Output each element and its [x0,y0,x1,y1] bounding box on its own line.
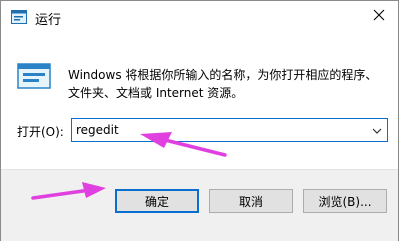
run-program-icon [17,63,51,89]
description-text: Windows 将根据你所输入的名称，为你打开相应的程序、 文件夹、文档或 In… [68,66,388,102]
close-button[interactable] [364,3,394,29]
description-line-2: 文件夹、文档或 Internet 资源。 [68,86,244,100]
ok-button[interactable]: 确定 [115,189,199,213]
chevron-down-icon[interactable] [371,125,383,135]
browse-button[interactable]: 浏览(B)... [303,189,387,213]
close-icon [373,9,385,24]
description-line-1: Windows 将根据你所输入的名称，为你打开相应的程序、 [68,68,378,82]
open-combobox[interactable] [71,118,388,142]
title-bar: 运行 [1,1,398,31]
run-dialog-icon [11,10,27,24]
open-label: 打开(O): [17,125,64,139]
open-input[interactable] [74,120,368,140]
cancel-button[interactable]: 取消 [209,189,293,213]
window-title: 运行 [35,13,62,28]
